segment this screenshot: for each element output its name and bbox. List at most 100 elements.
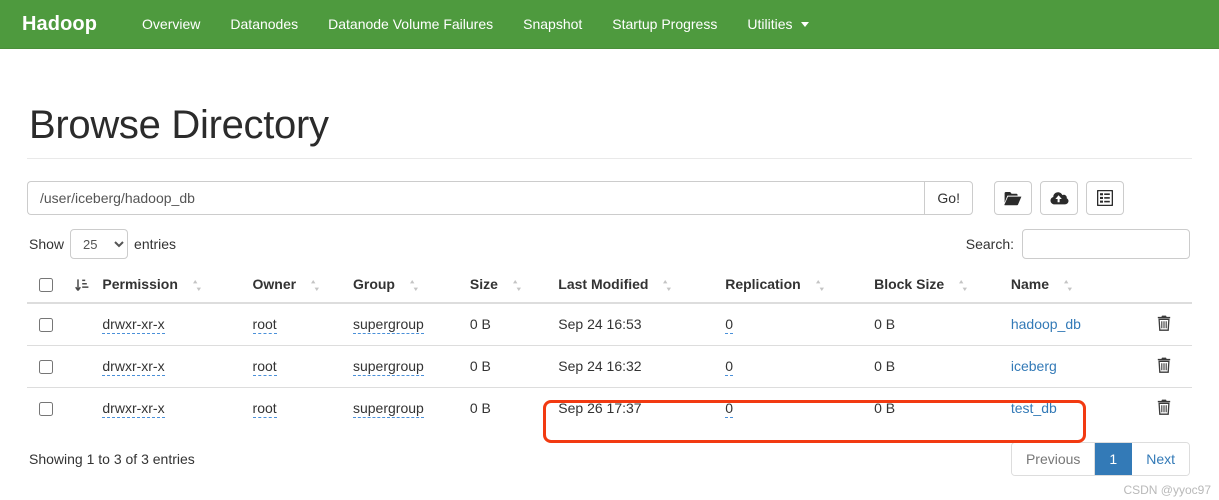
cell-permission: drwxr-xr-x (92, 344, 243, 388)
replication-value[interactable]: 0 (725, 400, 734, 419)
table-head: Permission Owner Group Size Last Modifie… (27, 267, 1192, 304)
cell-owner: root (242, 386, 343, 429)
page-length-select[interactable]: 25 50 100 (70, 229, 129, 259)
owner-value[interactable]: root (252, 400, 277, 419)
directory-listing-table: Permission Owner Group Size Last Modifie… (27, 267, 1192, 429)
delete-icon[interactable] (1157, 399, 1171, 418)
row-spacer-cell (60, 302, 93, 346)
delete-icon[interactable] (1157, 315, 1171, 334)
cell-last-modified: Sep 26 17:37 (548, 386, 716, 429)
cell-actions (1135, 302, 1192, 346)
pagination-next[interactable]: Next (1132, 442, 1189, 475)
group-value[interactable]: supergroup (352, 400, 424, 419)
table-footer: Showing 1 to 3 of 3 entries Previous 1 N… (27, 441, 1192, 476)
header-label-name: Name (1010, 275, 1049, 292)
row-select-cell[interactable] (27, 386, 61, 429)
sort-both-icon (310, 278, 320, 292)
pagination-page-1[interactable]: 1 (1095, 442, 1133, 475)
header-sort-order[interactable] (60, 267, 93, 304)
cell-replication: 0 (715, 386, 865, 429)
search-label: Search: (965, 236, 1014, 252)
main-container: Browse Directory Go! (27, 49, 1192, 476)
table-row: drwxr-xr-x root supergroup 0 B Sep 24 16… (27, 344, 1192, 388)
group-value[interactable]: supergroup (352, 316, 424, 335)
row-select-cell[interactable] (27, 344, 61, 388)
cell-owner: root (242, 302, 343, 346)
cell-block-size: 0 B (864, 302, 1001, 346)
header-actions (1135, 267, 1192, 304)
sort-both-icon (815, 278, 825, 292)
select-all-checkbox[interactable] (39, 277, 53, 292)
permission-value[interactable]: drwxr-xr-x (102, 358, 165, 377)
replication-value[interactable]: 0 (725, 316, 734, 335)
pagination-previous[interactable]: Previous (1011, 442, 1096, 475)
page-title: Browse Directory (29, 103, 329, 147)
file-name-link[interactable]: test_db (1011, 400, 1057, 416)
cell-name: hadoop_db (1000, 302, 1136, 346)
header-name[interactable]: Name (1000, 267, 1136, 304)
cell-size: 0 B (459, 344, 549, 388)
upload-file-button[interactable] (1040, 181, 1078, 215)
nav-item-datanode-volume-failures[interactable]: Datanode Volume Failures (313, 0, 508, 49)
row-select-cell[interactable] (27, 302, 61, 346)
watermark: CSDN @yyoc97 (1123, 483, 1211, 497)
cell-group: supergroup (342, 302, 460, 346)
file-name-link[interactable]: iceberg (1011, 358, 1057, 374)
cut-paste-button[interactable] (1086, 181, 1124, 215)
header-size[interactable]: Size (459, 267, 549, 304)
show-label: Show (29, 236, 65, 252)
brand-hadoop[interactable]: Hadoop (22, 0, 97, 49)
header-replication[interactable]: Replication (715, 267, 865, 304)
header-group[interactable]: Group (342, 267, 460, 304)
header-permission[interactable]: Permission (92, 267, 243, 304)
nav-label-utilities: Utilities (747, 15, 793, 32)
cell-block-size: 0 B (864, 344, 1001, 388)
cell-size: 0 B (459, 386, 549, 429)
table-body: drwxr-xr-x root supergroup 0 B Sep 24 16… (27, 302, 1192, 429)
cell-replication: 0 (715, 344, 865, 388)
nav-item-utilities[interactable]: Utilities (732, 0, 824, 49)
table-row: drwxr-xr-x root supergroup 0 B Sep 26 17… (27, 386, 1192, 429)
nav-item-startup-progress[interactable]: Startup Progress (597, 0, 732, 49)
cell-group: supergroup (342, 386, 460, 429)
owner-value[interactable]: root (252, 358, 277, 377)
header-label-owner: Owner (252, 275, 297, 292)
cell-block-size: 0 B (864, 386, 1001, 429)
directory-action-buttons (994, 181, 1124, 215)
permission-value[interactable]: drwxr-xr-x (102, 316, 165, 335)
nav-item-datanodes[interactable]: Datanodes (215, 0, 313, 49)
permission-value[interactable]: drwxr-xr-x (102, 400, 165, 419)
owner-value[interactable]: root (252, 316, 277, 335)
header-block-size[interactable]: Block Size (864, 267, 1001, 304)
nav-items: Overview Datanodes Datanode Volume Failu… (127, 0, 824, 49)
replication-value[interactable]: 0 (725, 358, 734, 377)
nav-item-snapshot[interactable]: Snapshot (508, 0, 597, 49)
entries-label: entries (134, 236, 177, 252)
nav-item-overview[interactable]: Overview (127, 0, 215, 49)
nav-label-datanode-volume-failures: Datanode Volume Failures (328, 15, 494, 32)
go-button[interactable]: Go! (924, 181, 973, 215)
header-owner[interactable]: Owner (242, 267, 343, 304)
row-checkbox[interactable] (39, 402, 53, 417)
folder-icon (1004, 191, 1022, 206)
file-name-link[interactable]: hadoop_db (1011, 316, 1081, 332)
create-directory-button[interactable] (994, 181, 1032, 215)
group-value[interactable]: supergroup (352, 358, 424, 377)
header-label-group: Group (352, 275, 395, 292)
cell-size: 0 B (459, 302, 549, 346)
search-input[interactable] (1022, 229, 1190, 259)
path-toolbar: Go! (27, 181, 1192, 215)
row-checkbox[interactable] (39, 360, 53, 375)
sort-both-icon (512, 278, 522, 292)
header-select-all[interactable] (27, 267, 61, 304)
cell-owner: root (242, 344, 343, 388)
sort-both-icon (958, 278, 968, 292)
nav-label-snapshot: Snapshot (523, 15, 583, 32)
delete-icon[interactable] (1157, 357, 1171, 376)
header-last-modified[interactable]: Last Modified (548, 267, 716, 304)
row-checkbox[interactable] (39, 318, 53, 333)
sort-both-icon (409, 278, 419, 292)
directory-path-input[interactable] (27, 181, 925, 215)
cell-actions (1135, 344, 1192, 388)
pagination: Previous 1 Next (1010, 441, 1190, 476)
